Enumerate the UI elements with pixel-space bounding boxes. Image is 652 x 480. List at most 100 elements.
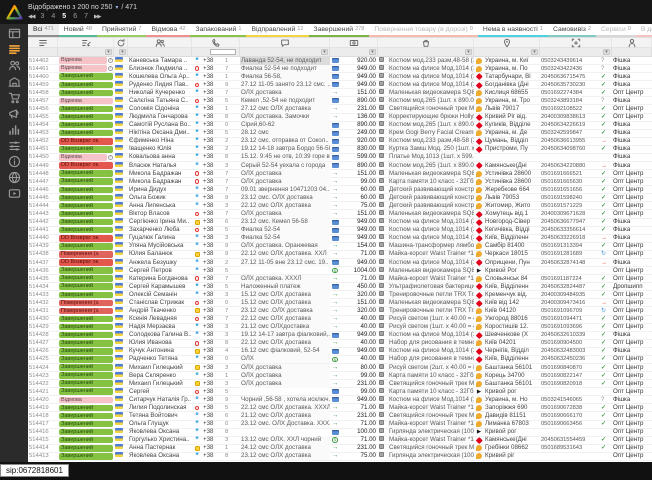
qty-value: 6 [224,218,240,226]
web-icon[interactable] [3,171,25,184]
phone-icon[interactable] [192,38,240,47]
vodafone-icon [192,81,202,89]
qty-value: 7 [224,178,240,186]
status-badge: Завершений [59,316,113,323]
phone-number: +38 [202,420,224,428]
tab-11[interactable]: Сервіси0 [596,24,636,37]
product-thumb [378,388,388,396]
id-icon[interactable] [28,38,58,47]
delivery-address: Кривой Рог [484,267,540,275]
track-status-icon: ✓ [600,323,612,331]
ukraine-flag-icon [115,250,123,255]
tab-6[interactable]: Відправлений12 [246,24,308,37]
customer-icon[interactable] [128,38,192,47]
phone-number: +38 [202,226,224,234]
stats-icon[interactable] [3,123,25,136]
product-image-icon [379,210,384,215]
product-name: Костюм на флисе Мод.1014 (1ш [388,218,474,226]
order-total: 40.00 [340,323,378,331]
comment-icon[interactable] [240,38,330,47]
app-logo[interactable] [0,0,28,24]
status-cell: Відмова [58,397,114,404]
phone-number: +38 [202,129,224,137]
tab-3[interactable]: Прийнятий7 [97,24,147,37]
tab-9[interactable]: Нема в наявності1 [478,24,548,37]
qty-value: 5 [224,97,240,105]
product-thumb [378,339,388,347]
manager-icon[interactable] [612,38,652,47]
company-icon[interactable] [3,75,25,88]
phone-filter-input[interactable] [210,49,236,55]
per-page-caret-icon[interactable]: ▾ [115,4,118,12]
dashboard-icon[interactable] [3,27,25,40]
track-status-icon: ✓ [600,444,612,452]
product-thumb [378,242,388,250]
order-total: 151.00 [340,210,378,218]
tab-10[interactable]: Самовивіз2 [548,24,596,37]
products-icon[interactable] [3,91,25,104]
order-total: 151.00 [340,299,378,307]
kyivstar-icon: * [192,162,202,170]
page-6[interactable]: 6 [72,13,78,21]
product-image-icon [379,428,384,433]
first-page-icon[interactable]: ◀◀ [28,13,34,21]
delivery-address: Київ 04120 [484,307,540,315]
customer-name: Яковлева Оксана [128,452,192,460]
info-icon[interactable] [3,155,25,168]
flag-cell [114,129,128,137]
product-name: Костюм на флисе Мод.1014 (1ш [388,226,474,234]
comment-text: Лаванда 52-54, не подходит [240,57,330,65]
flag-cell [114,267,128,275]
source-label: Фішка [612,162,652,170]
order-row-514413[interactable]: 514413ЗавершенийЯковлева Оксана*+38823.1… [28,453,652,461]
tracking-number: 0501690666170 [540,412,600,420]
filter-dropdown-icon[interactable]: ▾ [465,49,472,55]
vodafone-icon [192,210,202,218]
video-icon[interactable] [3,187,25,200]
phone-number: +38 [202,113,224,121]
tracking-number: 20450634098760 [540,145,600,153]
page-7[interactable]: 7 [83,13,89,21]
delivery-address: Гребінки 08662 [484,444,540,452]
customers-icon[interactable] [3,59,25,72]
page-5[interactable]: 5 [61,13,67,21]
tab-7[interactable]: Завершений278 [309,24,370,37]
refresh-icon[interactable] [114,38,128,47]
vodafone-icon [192,299,202,307]
product-thumb [378,331,388,339]
filter-dropdown-icon[interactable]: ▾ [119,49,126,55]
track-status-icon: ✓ [600,186,612,194]
lifecell-icon [192,380,202,388]
money-icon[interactable] [330,38,378,47]
location-icon[interactable] [474,38,540,47]
orders-icon[interactable] [3,43,25,56]
tracking-icon[interactable] [540,38,612,47]
page-4[interactable]: 4 [50,13,56,21]
tab-12[interactable]: В дорозі додому0 [636,24,652,37]
source-label: Опт Центр [612,170,652,178]
filter-dropdown-icon[interactable]: ▾ [105,49,112,55]
tab-8[interactable]: Повернення товару (в дорозі)0 [369,24,478,37]
package-icon[interactable] [378,38,474,47]
tab-2[interactable]: Новий48 [59,24,97,37]
order-total: 99.00 [340,372,378,380]
last-page-icon[interactable]: ▶▶ [94,13,100,21]
product-name: Костюм на флисе Мод.1014 (1ш [388,396,474,404]
filter-dropdown-icon[interactable]: ▾ [531,49,538,55]
customer-name: Уляна Мусійовська [128,242,192,250]
filter-dropdown-icon[interactable]: ▾ [603,49,610,55]
status-icon[interactable] [58,38,114,47]
settings-icon[interactable] [3,139,25,152]
marketing-icon[interactable] [3,107,25,120]
tab-1[interactable]: Всі471 [28,24,59,37]
tab-4[interactable]: Відмова42 [146,24,190,37]
product-thumb [378,145,388,153]
filter-dropdown-icon[interactable]: ▾ [369,49,376,55]
filter-dropdown-icon[interactable]: ▾ [321,49,328,55]
page-3[interactable]: 3 [39,13,45,21]
tab-count: 471 [44,26,53,32]
main-panel: Всі471Новий48Прийнятий7Відмова42Запакова… [28,24,652,462]
tab-5[interactable]: Запакований1 [190,24,246,37]
phone-number: +38 [202,81,224,89]
novaposhta-icon [474,121,484,129]
